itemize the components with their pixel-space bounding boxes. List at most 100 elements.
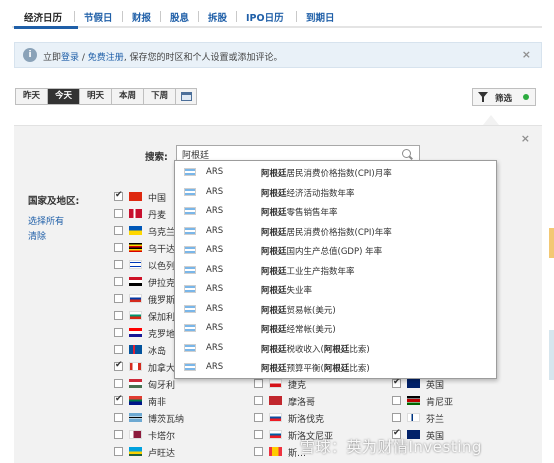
suggestion-match: 阿根廷 [261, 305, 287, 316]
country-checkbox[interactable] [114, 345, 123, 354]
next-week-button[interactable]: 下周 [144, 89, 177, 104]
suggestion-rest: 比索) [349, 344, 370, 355]
flag-argentina-icon [184, 265, 196, 274]
suggestion-name: 阿根廷贸易帐(美元) [261, 304, 336, 316]
country-checkbox[interactable] [114, 277, 123, 286]
country-checkbox[interactable] [114, 394, 123, 405]
suggestion-currency: ARS [206, 186, 224, 197]
tab-holidays[interactable]: 节假日 [84, 10, 113, 24]
country-label: 南非 [148, 398, 167, 408]
tab-splits[interactable]: 拆股 [208, 10, 227, 24]
suggestion-rest: 经济活动指数年率 [286, 188, 355, 199]
tab-dividends[interactable]: 股息 [170, 10, 189, 24]
suggestion-currency: ARS [206, 225, 224, 236]
suggestion-rest: 贸易帐(美元) [286, 305, 336, 316]
country-checkbox[interactable] [114, 430, 123, 439]
tab-separator [160, 11, 161, 22]
suggestion-currency: ARS [206, 264, 224, 275]
country-label: 乌干达 [148, 245, 176, 255]
suggestion-match: 阿根廷 [261, 188, 287, 199]
country-checkbox[interactable] [392, 396, 401, 405]
suggestion-match: 阿根廷 [261, 227, 287, 238]
tab-expiration[interactable]: 到期日 [306, 10, 335, 24]
country-label: 中国 [148, 194, 167, 204]
country-checkbox[interactable] [114, 209, 123, 218]
suggestion-rest: 预算平衡( [286, 364, 324, 374]
country-label: 冰岛 [148, 347, 167, 357]
country-checkbox[interactable] [254, 413, 263, 422]
filter-label: 筛选 [495, 94, 513, 104]
watermark: 雪球：英为财情Investing [300, 438, 482, 456]
login-link[interactable]: 登录 [61, 53, 79, 63]
country-checkbox[interactable] [114, 379, 123, 388]
clear-link[interactable]: 清除 [28, 229, 46, 242]
flag-canada-icon [129, 362, 142, 371]
flag-argentina-icon [184, 207, 196, 215]
login-banner: i 立即登录 / 免费注册, 保存您的时区和个人设置或添加评论。 × [14, 42, 542, 68]
calendar-button[interactable] [176, 89, 197, 104]
country-checkbox[interactable] [114, 360, 123, 371]
filter-button[interactable]: 筛选 [472, 88, 536, 106]
tab-separator [74, 11, 75, 22]
country-label: 克罗地 [148, 330, 176, 340]
flag-argentina-icon [184, 343, 196, 352]
register-link[interactable]: 免费注册 [88, 53, 124, 63]
suggestion-item[interactable]: ARS 阿根廷预算平衡(阿根廷比索) [175, 357, 496, 377]
suggestion-item[interactable]: ARS 阿根廷经济活动指数年率 [175, 182, 496, 202]
tomorrow-button[interactable]: 明天 [80, 89, 113, 104]
suggestion-item[interactable]: ARS 阿根廷零售销售年率 [175, 201, 496, 221]
suggestion-item[interactable]: ARS 阿根廷贸易帐(美元) [175, 299, 496, 319]
country-checkbox[interactable] [254, 447, 263, 456]
suggestion-item[interactable]: ARS 阿根廷经常帐(美元) [175, 318, 496, 338]
tab-economic-calendar[interactable]: 经济日历 [24, 10, 62, 24]
yesterday-button[interactable]: 昨天 [16, 89, 49, 104]
suggestion-currency: ARS [206, 167, 224, 177]
country-checkbox[interactable] [114, 243, 123, 252]
page-edge-decoration [549, 330, 554, 380]
tab-separator [236, 11, 237, 22]
country-checkbox[interactable] [392, 413, 401, 422]
suggestion-item[interactable]: ARS 阿根廷失业率 [175, 279, 496, 299]
suggestion-name: 阿根廷经济活动指数年率 [261, 187, 355, 199]
panel-close-icon[interactable]: × [521, 132, 530, 145]
suggestion-item[interactable]: ARS 阿根廷居民消费价格指数(CPI)年率 [175, 221, 496, 241]
country-checkbox[interactable] [114, 311, 123, 320]
search-icon[interactable] [402, 149, 411, 158]
suggestion-item[interactable]: ARS 阿根廷居民消费价格指数(CPI)月率 [175, 162, 496, 182]
suggestion-match: 阿根廷 [323, 364, 350, 374]
tab-ipo-calendar[interactable]: IPO日历 [246, 10, 284, 24]
flag-hungary-icon [129, 379, 142, 388]
tab-earnings[interactable]: 财报 [132, 10, 151, 24]
suggestion-item[interactable]: ARS 阿根廷国内生产总值(GDP) 年率 [175, 240, 496, 260]
calendar-tabs: 经济日历 节假日 财报 股息 拆股 IPO日历 到期日 [12, 6, 542, 29]
flag-slovenia-icon [269, 430, 282, 439]
country-checkbox[interactable] [114, 294, 123, 303]
country-label: 卢旺达 [148, 449, 176, 459]
country-label: 匈牙利 [148, 381, 176, 391]
this-week-button[interactable]: 本周 [112, 89, 145, 104]
today-button[interactable]: 今天 [48, 89, 81, 104]
flag-rwanda-icon [129, 447, 142, 456]
country-checkbox[interactable] [114, 190, 123, 201]
country-checkbox[interactable] [114, 413, 123, 422]
select-all-link[interactable]: 选择所有 [28, 214, 64, 227]
suggestion-item[interactable]: ARS 阿根廷税收收入(阿根廷比索) [175, 338, 496, 358]
country-checkbox[interactable] [114, 226, 123, 235]
suggestion-match: 阿根廷 [261, 208, 287, 218]
suggestion-match: 阿根廷 [261, 286, 287, 296]
country-checkbox[interactable] [114, 260, 123, 269]
flag-russia-icon [129, 294, 142, 303]
country-checkbox[interactable] [114, 328, 123, 337]
country-checkbox[interactable] [254, 430, 263, 439]
country-checkbox[interactable] [114, 447, 123, 456]
flag-argentina-icon [184, 168, 196, 176]
suggestion-item[interactable]: ARS 阿根廷工业生产指数年率 [175, 260, 496, 280]
country-checkbox[interactable] [392, 377, 401, 388]
country-checkbox[interactable] [254, 396, 263, 405]
tab-separator [198, 11, 199, 22]
country-checkbox[interactable] [254, 379, 263, 388]
banner-close-icon[interactable]: × [522, 48, 531, 61]
suggestion-name: 阿根廷预算平衡(阿根廷比索) [261, 362, 370, 374]
suggestion-rest: 居民消费价格指数(CPI)月率 [286, 169, 392, 179]
suggestion-match: 阿根廷 [261, 266, 287, 277]
